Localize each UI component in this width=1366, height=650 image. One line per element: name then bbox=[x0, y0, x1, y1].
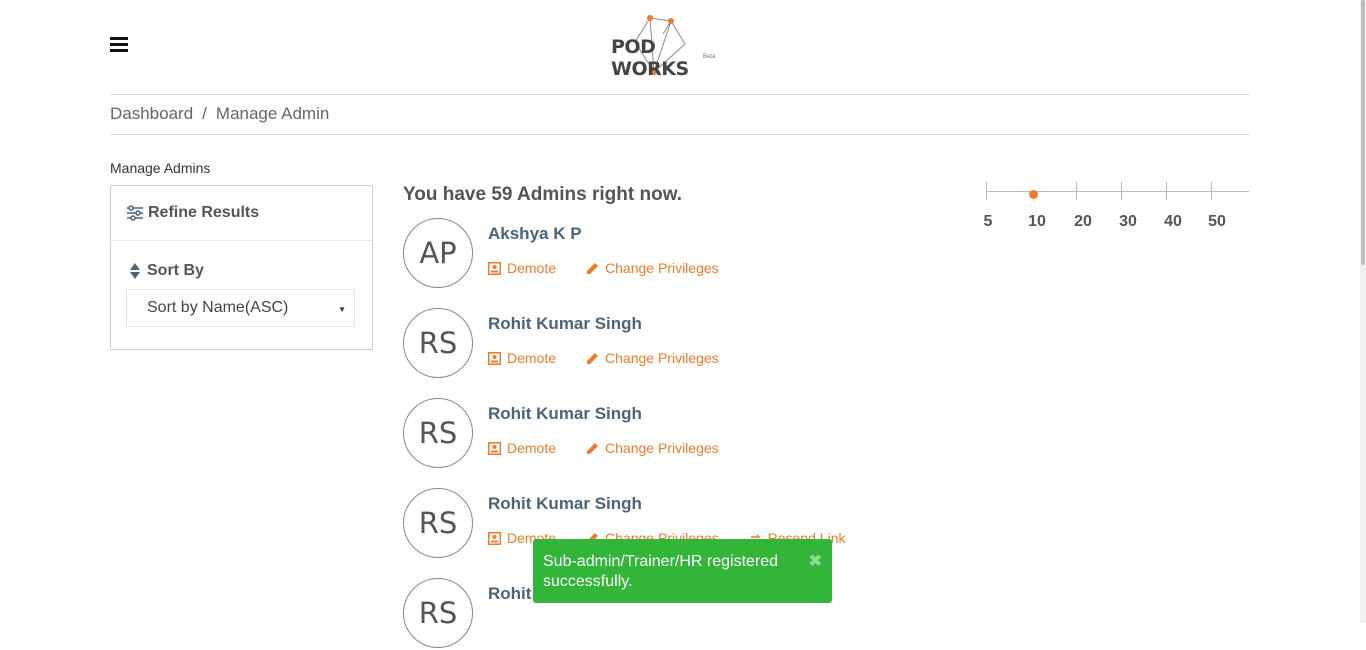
sidebar-title: Manage Admins bbox=[110, 160, 211, 176]
slider-option[interactable]: 30 bbox=[1119, 213, 1137, 231]
sort-select-value: Sort by Name(ASC) bbox=[147, 299, 289, 316]
contact-card-icon bbox=[488, 441, 501, 455]
slider-tick bbox=[1076, 182, 1077, 200]
refine-results-label: Refine Results bbox=[148, 204, 260, 221]
demote-button[interactable]: Demote bbox=[488, 440, 556, 456]
slider-tick bbox=[1121, 182, 1122, 200]
slider-option[interactable]: 10 bbox=[1028, 213, 1046, 231]
header-divider bbox=[110, 94, 1250, 95]
avatar: AP bbox=[403, 218, 473, 288]
refine-results-header: Refine Results bbox=[111, 186, 372, 241]
admin-name-link[interactable]: Rohit Kumar Singh bbox=[488, 494, 642, 514]
pencil-icon bbox=[587, 442, 599, 454]
refine-results-panel: Refine Results Sort By Sort by Name(ASC)… bbox=[110, 185, 373, 350]
success-toast: Sub-admin/Trainer/HR registered successf… bbox=[533, 539, 832, 603]
sort-by-text: Sort By bbox=[147, 262, 204, 279]
admin-name-link[interactable]: Rohit Kumar Singh bbox=[488, 404, 642, 424]
sliders-icon bbox=[127, 205, 143, 221]
page-size-slider[interactable]: 5 10 20 30 40 50 bbox=[984, 182, 1249, 232]
slider-tick bbox=[1166, 182, 1167, 200]
avatar: RS bbox=[403, 308, 473, 378]
pencil-icon bbox=[587, 352, 599, 364]
contact-card-icon bbox=[488, 351, 501, 365]
change-privileges-label: Change Privileges bbox=[605, 260, 719, 276]
slider-track bbox=[986, 191, 1249, 192]
slider-option[interactable]: 20 bbox=[1074, 213, 1092, 231]
sort-icon bbox=[130, 263, 140, 279]
slider-handle[interactable] bbox=[1029, 190, 1038, 199]
avatar: RS bbox=[403, 488, 473, 558]
change-privileges-button[interactable]: Change Privileges bbox=[586, 440, 719, 456]
admin-list-item: AP Akshya K P Demote Change Privileges bbox=[403, 218, 1003, 290]
change-privileges-label: Change Privileges bbox=[605, 350, 719, 366]
breadcrumb-separator: / bbox=[202, 104, 207, 123]
breadcrumb-current: Manage Admin bbox=[215, 104, 330, 123]
close-icon[interactable]: ✖ bbox=[809, 552, 822, 572]
slider-option[interactable]: 40 bbox=[1164, 213, 1182, 231]
demote-label: Demote bbox=[507, 260, 557, 276]
hamburger-menu-icon[interactable] bbox=[110, 37, 128, 52]
change-privileges-button[interactable]: Change Privileges bbox=[586, 260, 719, 276]
avatar: RS bbox=[403, 398, 473, 468]
admin-name-link[interactable]: Akshya K P bbox=[488, 224, 582, 244]
scrollbar-thumb[interactable] bbox=[1361, 0, 1365, 265]
change-privileges-label: Change Privileges bbox=[605, 440, 719, 456]
demote-label: Demote bbox=[507, 440, 557, 456]
slider-tick bbox=[986, 182, 987, 200]
logo-beta-label: Beta bbox=[703, 54, 716, 60]
demote-label: Demote bbox=[507, 350, 557, 366]
demote-button[interactable]: Demote bbox=[488, 350, 556, 366]
slider-option[interactable]: 5 bbox=[984, 213, 993, 231]
avatar: RS bbox=[403, 578, 473, 648]
podworks-logo[interactable]: POD WORKS Beta bbox=[605, 12, 725, 80]
sort-by-label: Sort By bbox=[130, 262, 204, 280]
chevron-down-icon: ▼ bbox=[338, 305, 346, 314]
slider-tick bbox=[1211, 182, 1212, 200]
vertical-scrollbar[interactable] bbox=[1360, 0, 1366, 623]
breadcrumb-dashboard-link[interactable]: Dashboard bbox=[110, 104, 193, 123]
slider-option[interactable]: 50 bbox=[1208, 213, 1226, 231]
admin-list-item: RS Rohit Kumar Singh Demote Change Privi… bbox=[403, 308, 1003, 380]
admin-count-heading: You have 59 Admins right now. bbox=[403, 184, 683, 205]
admin-name-link[interactable]: Rohit Kumar Singh bbox=[488, 314, 642, 334]
change-privileges-button[interactable]: Change Privileges bbox=[586, 350, 719, 366]
contact-card-icon bbox=[488, 261, 501, 275]
contact-card-icon bbox=[488, 531, 501, 545]
toast-message: Sub-admin/Trainer/HR registered successf… bbox=[543, 553, 779, 590]
pencil-icon bbox=[587, 262, 599, 274]
admin-list-item: RS Rohit Kumar Singh Demote Change Privi… bbox=[403, 398, 1003, 470]
breadcrumb: Dashboard / Manage Admin bbox=[110, 104, 329, 124]
breadcrumb-divider bbox=[110, 134, 1250, 135]
demote-button[interactable]: Demote bbox=[488, 260, 556, 276]
sort-select[interactable]: Sort by Name(ASC) ▼ bbox=[126, 289, 355, 327]
